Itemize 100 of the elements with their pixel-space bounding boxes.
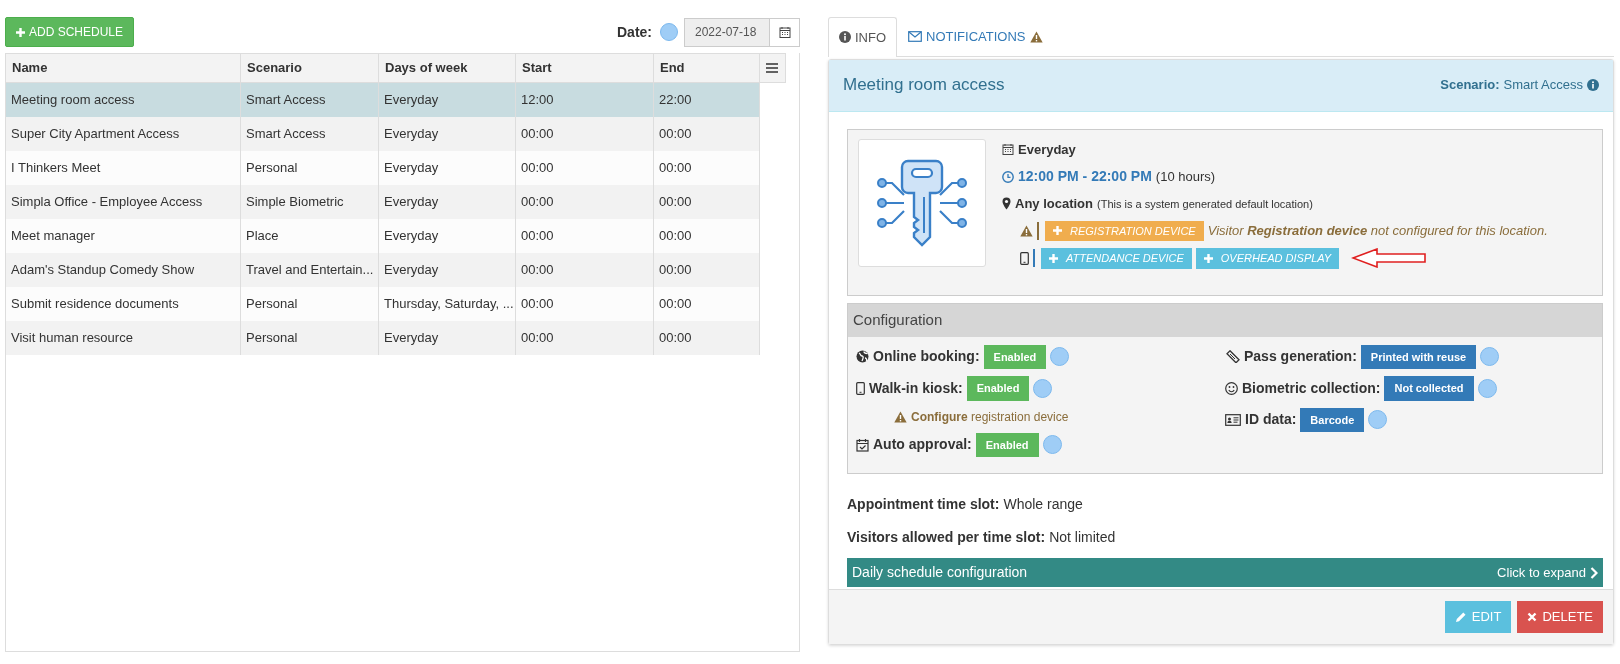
table-cell: Smart Access [241,83,379,117]
table-cell: Visit human resource [6,321,241,355]
scenario-label: Scenario: [1440,76,1500,95]
calendar-check-icon [856,437,869,452]
ticket-icon [1225,350,1240,364]
table-cell: 22:00 [654,83,760,117]
column-header[interactable]: Days of week [379,53,516,83]
table-cell: 00:00 [516,321,654,355]
configure-note: Configure registration device [911,408,1069,426]
column-header[interactable]: Scenario [241,53,379,83]
setting-label: Biometric collection: [1242,378,1381,398]
table-cell: Personal [241,321,379,355]
info-icon [839,31,851,44]
location-name: Any location [1015,195,1093,213]
schedule-title: Meeting room access [843,74,1005,97]
warning-icon [894,410,907,423]
status-badge: Printed with reuse [1360,344,1477,369]
globe-icon [856,350,869,364]
table-cell: Adam's Standup Comedy Show [6,253,241,287]
setting-label: Walk-in kiosk: [869,378,963,398]
column-header[interactable]: Name [6,53,241,83]
table-cell: Everyday [379,253,516,287]
help-icon[interactable] [1477,378,1497,398]
delete-button[interactable]: DELETE [1517,601,1603,633]
help-icon[interactable] [1042,435,1062,455]
tab[interactable]: INFO [828,17,898,57]
fact-label: Visitors allowed per time slot: [847,528,1046,547]
table-cell: Simpla Office - Employee Access [6,185,241,219]
date-field[interactable]: 2022-07-18 [684,17,770,47]
warning-icon [1020,224,1033,237]
smiley-icon [1225,381,1238,395]
table-cell: Everyday [379,117,516,151]
scenario-value: Smart Access [1503,76,1583,95]
clock-icon [1002,170,1014,183]
location-note: (This is a system generated default location) [1097,196,1313,212]
status-badge: Not collected [1384,376,1474,401]
warning-message: Visitor Registration device not configured for this location. [1207,222,1548,240]
duration-text: (10 hours) [1155,167,1216,186]
setting-label: ID data: [1245,410,1297,430]
tab[interactable]: NOTIFICATIONS [897,17,1054,56]
setting-label: Auto approval: [873,435,972,455]
days-text: Everyday [1018,140,1076,159]
help-icon[interactable] [1050,347,1070,367]
help-icon[interactable] [660,23,678,41]
table-cell: 00:00 [654,321,760,355]
expand-bar[interactable]: Daily schedule configuration Click to expand [847,558,1603,587]
chevron-icon [1590,566,1598,579]
setting-label: Pass generation: [1244,347,1357,367]
fact-value: Not limited [1049,528,1116,547]
menu-icon [766,63,778,73]
table-cell: Everyday [379,321,516,355]
table-cell: Meeting room access [6,83,241,117]
table-cell: Travel and Entertain... [241,253,379,287]
column-header[interactable]: Start [516,53,654,83]
expand-action: Click to expand [1497,563,1586,582]
pencil-icon [1454,611,1467,623]
table-cell: 00:00 [654,185,760,219]
calendar-icon [778,26,791,38]
date-label: Date: [617,22,652,42]
help-icon[interactable] [1480,347,1500,367]
info-icon [1587,79,1599,91]
warning-icon [1029,30,1043,43]
time-range: 12:00 PM - 22:00 PM [1018,167,1152,186]
help-icon[interactable] [1368,410,1388,430]
status-badge: Enabled [966,376,1030,401]
id-card-icon [1225,413,1241,426]
table-cell: 12:00 [516,83,654,117]
calendar-button[interactable] [770,17,800,47]
table-cell: Simple Biometric [241,185,379,219]
status-badge: Enabled [975,432,1039,457]
fact-value: Whole range [1003,495,1083,514]
column-header[interactable]: End [654,53,760,83]
table-cell: 00:00 [516,253,654,287]
plus-icon [1049,253,1058,263]
plus-icon [1053,226,1062,236]
status-badge: Enabled [983,344,1047,369]
tablet-icon [1020,251,1029,265]
table-cell: 00:00 [516,117,654,151]
column-menu-button[interactable] [760,53,786,83]
calendar-icon [1002,143,1014,156]
plus-icon [1203,253,1213,263]
section-title: Configuration [848,303,1602,337]
status-badge: Barcode [1300,407,1365,432]
table-cell: 00:00 [654,253,760,287]
help-icon[interactable] [1033,378,1053,398]
table-cell: 00:00 [654,117,760,151]
envelope-icon [908,31,923,43]
fact-label: Appointment time slot: [847,495,1000,514]
table-cell: 00:00 [516,185,654,219]
map-pin-icon [1002,197,1011,211]
tablet-icon [856,381,865,395]
plus-icon [16,27,25,37]
expand-title: Daily schedule configuration [852,563,1028,582]
table-cell: Everyday [379,83,516,117]
setting-label: Online booking: [873,347,980,367]
table-cell: Everyday [379,185,516,219]
close-icon [1527,612,1538,622]
add-schedule-button[interactable]: ADD SCHEDULE [5,17,135,47]
table-cell: Smart Access [241,117,379,151]
table-cell: Super City Apartment Access [6,117,241,151]
